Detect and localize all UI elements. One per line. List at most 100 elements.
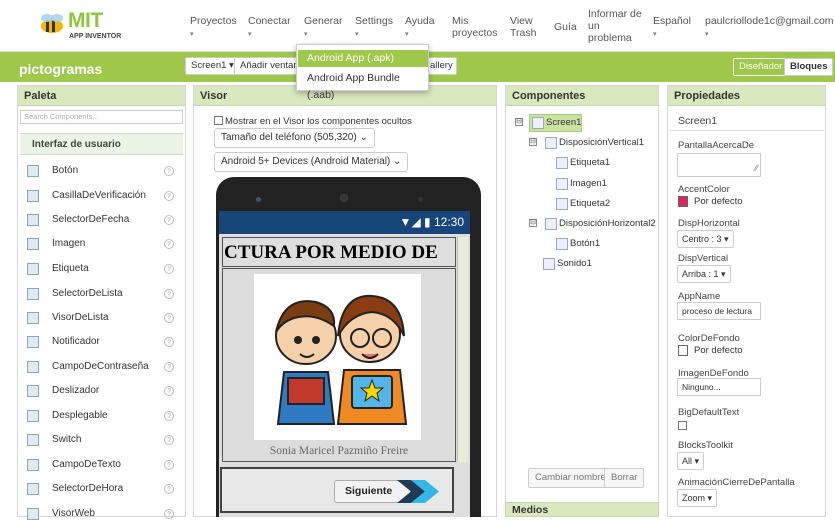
collapse-toggle-icon[interactable]: ⊟: [515, 118, 523, 126]
author-label[interactable]: Sonia Maricel Pazmiño Freire: [222, 445, 456, 457]
help-icon[interactable]: ?: [164, 239, 174, 249]
menu-proyectos[interactable]: Proyectos ▾: [190, 15, 237, 41]
palette-item-imagen[interactable]: Imagen?: [17, 233, 186, 257]
components-title: Componentes: [506, 86, 658, 106]
link-report-problem[interactable]: Informar de un problema: [588, 8, 642, 44]
chevron-down-icon: ⌄: [359, 132, 368, 143]
palette-item-casilladeverificación[interactable]: CasillaDeVerificación?: [17, 185, 186, 209]
link-text: problema: [588, 32, 632, 44]
help-icon[interactable]: ?: [164, 411, 174, 421]
help-icon[interactable]: ?: [164, 337, 174, 347]
children-reading-image[interactable]: [254, 274, 421, 440]
palette-item-visorweb[interactable]: VisorWeb?: [17, 503, 186, 527]
screen-selector[interactable]: Screen1 ▾: [185, 57, 240, 75]
mit-app-inventor-logo[interactable]: MIT APP INVENTOR: [38, 9, 148, 43]
animation-select[interactable]: Zoom ▾: [677, 489, 718, 507]
divider: [670, 130, 824, 131]
palette-item-botón[interactable]: Botón?: [17, 160, 186, 184]
checkbox-box[interactable]: [214, 116, 223, 125]
palette-item-campodecontraseña[interactable]: CampoDeContraseña?: [17, 356, 186, 380]
palette-item-deslizador[interactable]: Deslizador?: [17, 380, 186, 404]
tree-item-label: DisposiciónHorizontal2: [559, 218, 656, 229]
palette-search-input[interactable]: Search Components...: [20, 110, 183, 124]
device-select[interactable]: Android 5+ Devices (Android Material) ⌄: [214, 152, 409, 172]
palette-item-label: Imagen: [52, 238, 86, 249]
link-text: Trash: [510, 27, 537, 39]
collapse-toggle-icon[interactable]: ⊟: [529, 138, 537, 146]
menu-item-android-aab[interactable]: Android App Bundle (.aab): [297, 70, 428, 101]
palette-item-notificador[interactable]: Notificador?: [17, 331, 186, 355]
help-icon[interactable]: ?: [164, 386, 174, 396]
toolkit-select[interactable]: All ▾: [677, 452, 705, 470]
language-menu[interactable]: Español ▾: [653, 15, 691, 41]
menu-label: Generar: [304, 15, 343, 27]
help-icon[interactable]: ?: [164, 313, 174, 323]
palette-item-selectordehora[interactable]: SelectorDeHora?: [17, 478, 186, 502]
menu-ayuda[interactable]: Ayuda ▾: [405, 15, 435, 41]
heading-label[interactable]: CTURA POR MEDIO DE: [222, 237, 456, 267]
palette-item-label: Deslizador: [52, 385, 100, 396]
help-icon[interactable]: ?: [164, 191, 174, 201]
palette-item-desplegable[interactable]: Desplegable?: [17, 405, 186, 429]
menu-generar[interactable]: Generar ▾: [304, 15, 343, 41]
about-textarea[interactable]: ⁄⁄: [677, 153, 761, 177]
link-view-trash[interactable]: View Trash: [510, 15, 536, 39]
battery-icon: ▮: [424, 215, 431, 229]
accent-color-swatch[interactable]: [678, 196, 688, 207]
designer-button[interactable]: Diseñador: [733, 58, 789, 76]
help-icon[interactable]: ?: [164, 215, 174, 225]
blocks-button[interactable]: Bloques: [784, 58, 834, 76]
password-icon: [27, 361, 39, 373]
help-icon[interactable]: ?: [164, 289, 174, 299]
tree-item-label: Sonido1: [557, 258, 592, 269]
help-icon[interactable]: ?: [164, 509, 174, 519]
help-icon[interactable]: ?: [164, 460, 174, 470]
collapse-toggle-icon[interactable]: ⊟: [529, 219, 537, 227]
appname-input[interactable]: proceso de lectura: [677, 302, 761, 320]
menu-item-android-apk[interactable]: Android App (.apk): [298, 50, 428, 67]
build-dropdown-menu: Android App (.apk) Android App Bundle (.…: [296, 44, 429, 101]
gallery-button[interactable]: allery: [426, 57, 457, 75]
link-text: proyectos: [452, 27, 498, 39]
prop-about-label: PantallaAcercaDe: [678, 140, 755, 151]
bigtext-checkbox[interactable]: [678, 421, 687, 430]
link-text: Guía: [554, 21, 577, 33]
help-icon[interactable]: ?: [164, 264, 174, 274]
bg-color-value[interactable]: Por defecto: [694, 345, 743, 356]
category-user-interface[interactable]: Interfaz de usuario: [20, 133, 183, 155]
tree-item-label: Imagen1: [570, 178, 607, 189]
palette-item-etiqueta[interactable]: Etiqueta?: [17, 258, 186, 282]
delete-button[interactable]: Borrar: [604, 468, 645, 488]
palette-item-visordelista[interactable]: VisorDeLista?: [17, 307, 186, 331]
bgimage-picker[interactable]: Ninguno...: [677, 378, 761, 396]
help-icon[interactable]: ?: [164, 484, 174, 494]
bg-color-swatch[interactable]: [678, 345, 688, 356]
checkbox-icon: [27, 190, 39, 202]
palette-item-selectordefecha[interactable]: SelectorDeFecha?: [17, 209, 186, 233]
rename-button[interactable]: Cambiar nombre: [528, 468, 613, 488]
listview-icon: [27, 312, 39, 324]
bee-logo-icon: [41, 14, 63, 33]
help-icon[interactable]: ?: [164, 362, 174, 372]
show-hidden-checkbox[interactable]: Mostrar en el Visor los componentes ocul…: [214, 116, 412, 127]
user-menu[interactable]: paulcriollode1c@gmail.com ▾: [705, 15, 834, 41]
help-icon[interactable]: ?: [164, 166, 174, 176]
component-icon: [545, 137, 557, 149]
vertical-align-select[interactable]: Arriba : 1 ▾: [677, 265, 731, 283]
menu-conectar[interactable]: Conectar ▾: [248, 15, 291, 41]
palette-item-selectordelista[interactable]: SelectorDeLista?: [17, 283, 186, 307]
prop-vertical-label: DispVertical: [678, 253, 729, 264]
scrollbar[interactable]: [457, 237, 468, 462]
accent-color-value[interactable]: Por defecto: [694, 196, 743, 207]
link-guia[interactable]: Guía: [554, 21, 577, 33]
phone-size-select[interactable]: Tamaño del teléfono (505,320) ⌄: [214, 128, 375, 148]
palette-item-switch[interactable]: Switch?: [17, 429, 186, 453]
sensor-icon: [418, 197, 423, 202]
palette-item-campodetexto[interactable]: CampoDeTexto?: [17, 454, 186, 478]
help-icon[interactable]: ?: [164, 435, 174, 445]
link-text: un: [588, 20, 600, 32]
add-window-button[interactable]: Añadir ventana: [234, 57, 300, 75]
link-mis-proyectos[interactable]: Mis proyectos: [452, 15, 498, 39]
horizontal-align-select[interactable]: Centro : 3 ▾: [677, 230, 734, 248]
menu-settings[interactable]: Settings ▾: [355, 15, 393, 41]
